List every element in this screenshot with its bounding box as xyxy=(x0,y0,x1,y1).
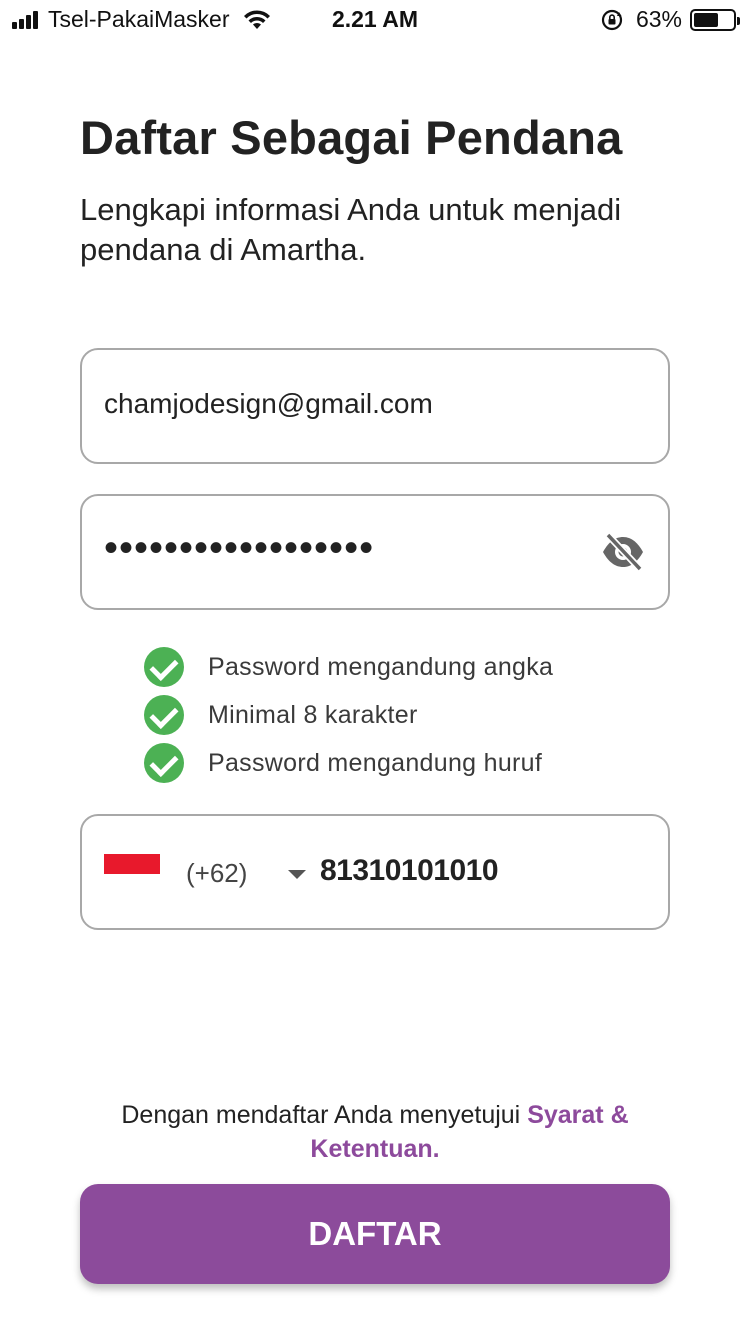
status-bar: Tsel-PakaiMasker 2.21 AM 63% xyxy=(0,0,750,40)
terms-prefix: Dengan mendaftar Anda menyetujui xyxy=(121,1101,528,1129)
status-right: 63% xyxy=(600,6,740,33)
phone-number-value: 81310101010 xyxy=(320,854,499,887)
terms-text: Dengan mendaftar Anda menyetujui Syarat … xyxy=(80,1098,670,1166)
check-circle-icon xyxy=(144,695,184,735)
battery-tip xyxy=(737,16,740,25)
eye-off-icon[interactable] xyxy=(600,532,646,572)
battery-icon xyxy=(690,8,740,31)
phone-field[interactable]: (+62) 81310101010 xyxy=(80,814,670,930)
check-circle-icon xyxy=(144,743,184,783)
password-rules: Password mengandung angka Minimal 8 kara… xyxy=(144,643,553,787)
rule-label: Password mengandung angka xyxy=(208,652,554,681)
register-lender-screen: Tsel-PakaiMasker 2.21 AM 63% Daftar Seba… xyxy=(0,0,750,1334)
page-subtitle: Lengkapi informasi Anda untuk menjadi pe… xyxy=(80,192,622,267)
battery-percent: 63% xyxy=(635,6,682,32)
register-button[interactable]: DAFTAR xyxy=(80,1184,670,1284)
email-field[interactable]: chamjodesign@gmail.com xyxy=(80,348,670,464)
password-field[interactable]: •••••••••••••••••• xyxy=(80,494,670,610)
battery-fill xyxy=(694,12,718,27)
password-rule-letter: Password mengandung huruf xyxy=(144,739,553,787)
password-rule-number: Password mengandung angka xyxy=(144,643,553,691)
password-rule-length: Minimal 8 karakter xyxy=(144,691,553,739)
indonesia-flag-icon xyxy=(104,854,160,874)
rule-label: Password mengandung huruf xyxy=(208,748,543,777)
check-circle-icon xyxy=(144,647,184,687)
chevron-down-icon[interactable] xyxy=(288,870,306,879)
rule-label: Minimal 8 karakter xyxy=(208,700,418,729)
password-value: •••••••••••••••••• xyxy=(104,526,375,570)
email-value: chamjodesign@gmail.com xyxy=(104,388,433,419)
page-title: Daftar Sebagai Pendana xyxy=(80,111,623,164)
rotation-lock-icon xyxy=(601,9,623,30)
country-code-select[interactable]: (+62) xyxy=(186,858,247,889)
